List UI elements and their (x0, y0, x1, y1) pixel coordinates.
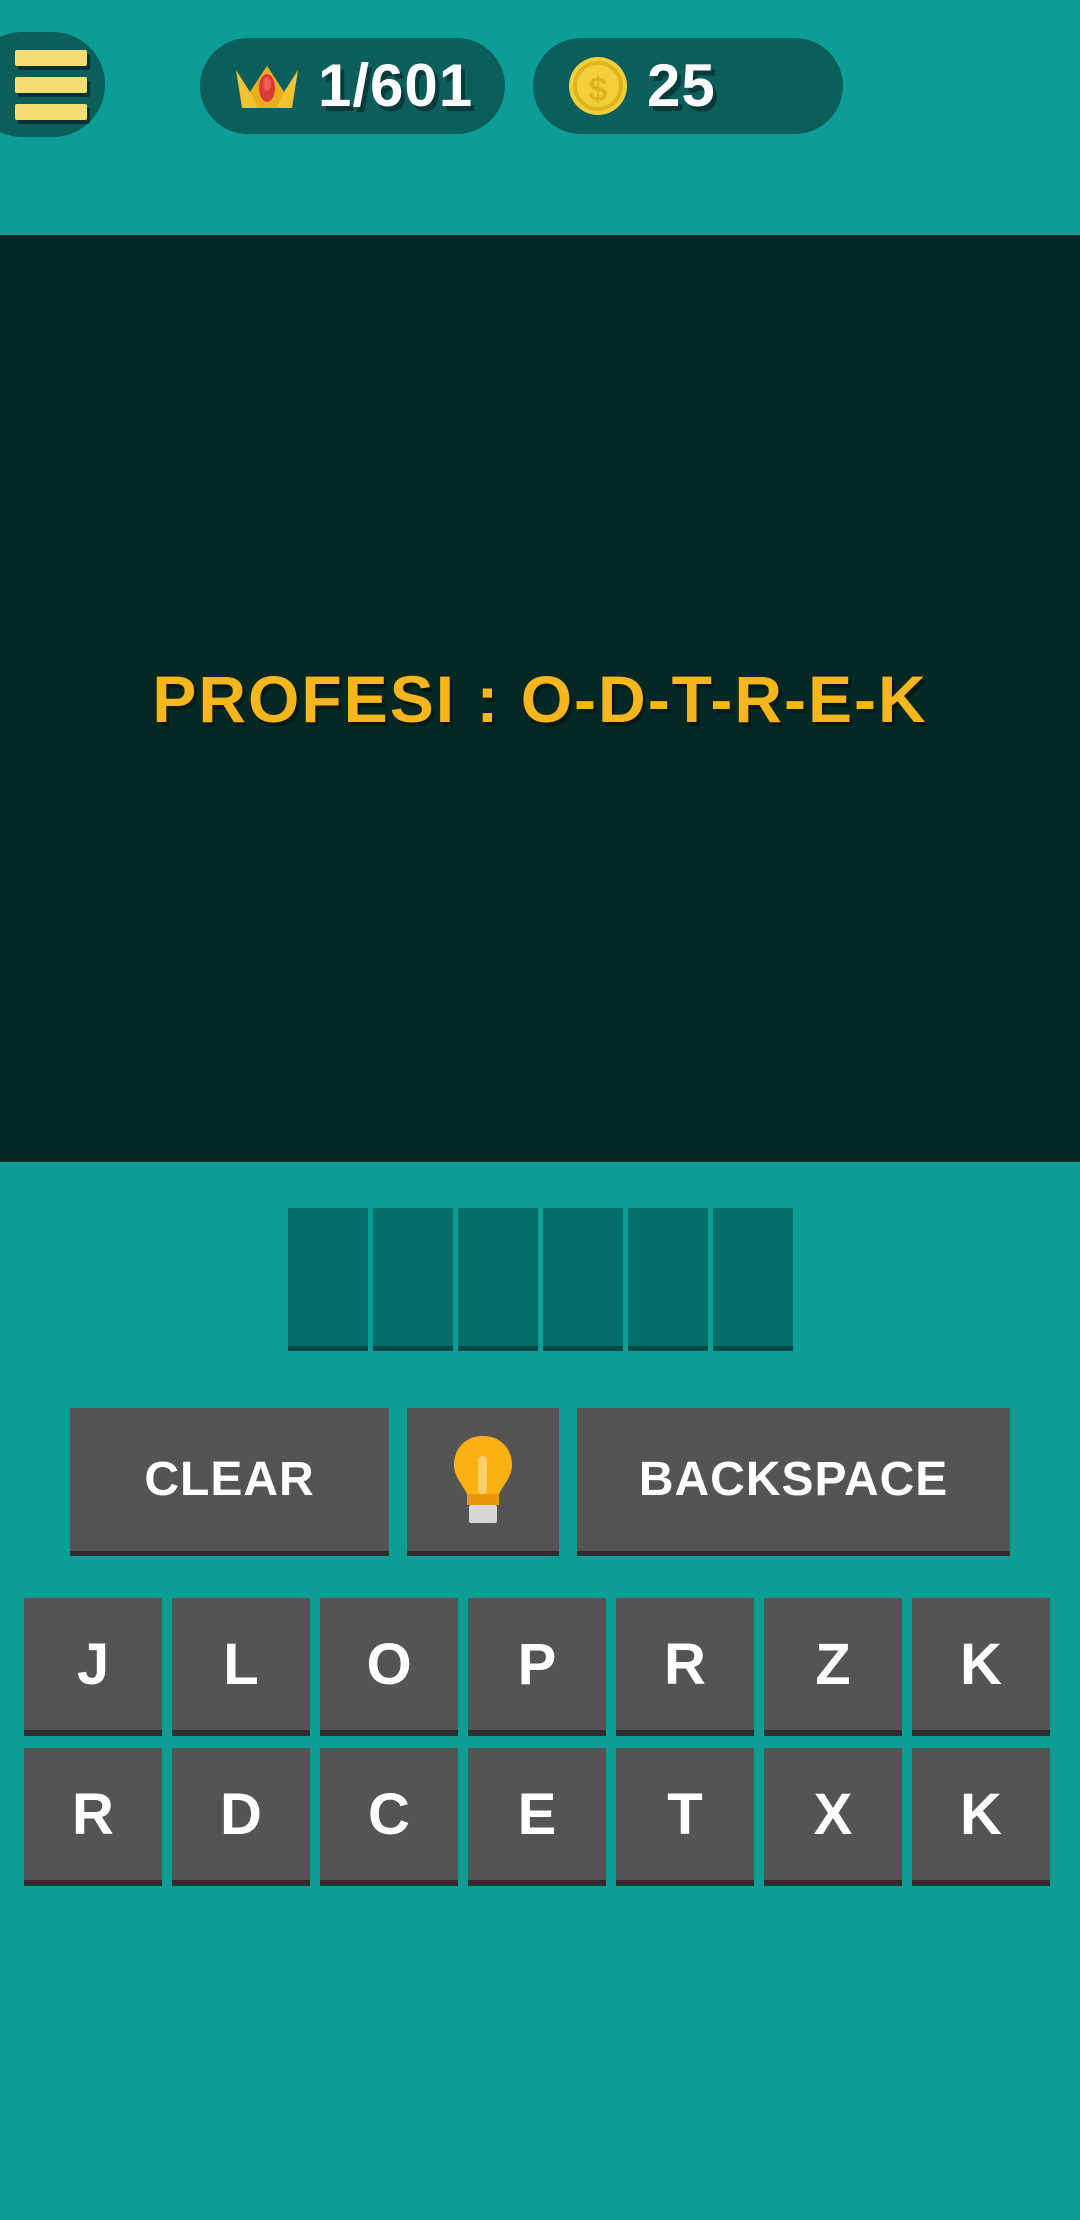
letter-key[interactable]: E (468, 1748, 606, 1886)
letter-key[interactable]: C (320, 1748, 458, 1886)
question-panel: PROFESI : O-D-T-R-E-K (0, 235, 1080, 1162)
game-screen: 1/601 $ 25 PROFESI : O-D-T-R-E-K CLEAR B… (0, 0, 1080, 2220)
letter-key[interactable]: O (320, 1598, 458, 1736)
crown-icon (236, 66, 298, 108)
header-bar: 1/601 $ 25 (0, 0, 1080, 235)
letter-key[interactable]: T (616, 1748, 754, 1886)
keyboard-row-2: R D C E T X K (24, 1748, 1056, 1886)
answer-slot[interactable] (287, 1208, 368, 1351)
clear-button[interactable]: CLEAR (70, 1408, 389, 1556)
answer-slot-row (0, 1208, 1080, 1351)
hint-button[interactable] (407, 1408, 560, 1556)
question-text: PROFESI : O-D-T-R-E-K (152, 661, 928, 736)
answer-slot[interactable] (372, 1208, 453, 1351)
level-value: 1/601 (318, 52, 474, 119)
level-badge[interactable]: 1/601 (200, 38, 505, 134)
action-button-row: CLEAR BACKSPACE (70, 1408, 1010, 1556)
keyboard-row-1: J L O P R Z K (24, 1598, 1056, 1736)
backspace-button[interactable]: BACKSPACE (577, 1408, 1010, 1556)
letter-key[interactable]: R (616, 1598, 754, 1736)
letter-key[interactable]: X (764, 1748, 902, 1886)
answer-slot[interactable] (542, 1208, 623, 1351)
letter-key[interactable]: K (912, 1598, 1050, 1736)
answer-slot[interactable] (712, 1208, 793, 1351)
lightbulb-icon (454, 1435, 513, 1523)
hamburger-icon-bar-3 (14, 103, 87, 120)
letter-key[interactable]: L (172, 1598, 310, 1736)
answer-slot[interactable] (627, 1208, 708, 1351)
letter-key[interactable]: Z (764, 1598, 902, 1736)
coins-value: 25 (647, 52, 716, 119)
menu-button[interactable] (0, 32, 105, 137)
letter-keyboard: J L O P R Z K R D C E T X K (24, 1598, 1056, 1886)
hamburger-icon-bar-1 (14, 49, 87, 66)
backspace-button-label: BACKSPACE (638, 1453, 949, 1506)
hamburger-icon-bar-2 (14, 76, 87, 93)
coins-badge[interactable]: $ 25 (533, 38, 843, 134)
letter-key[interactable]: D (172, 1748, 310, 1886)
clear-button-label: CLEAR (144, 1453, 315, 1506)
svg-text:$: $ (589, 71, 608, 109)
answer-slot[interactable] (457, 1208, 538, 1351)
letter-key[interactable]: R (24, 1748, 162, 1886)
coin-icon: $ (569, 57, 627, 115)
letter-key[interactable]: P (468, 1598, 606, 1736)
letter-key[interactable]: K (912, 1748, 1050, 1886)
letter-key[interactable]: J (24, 1598, 162, 1736)
